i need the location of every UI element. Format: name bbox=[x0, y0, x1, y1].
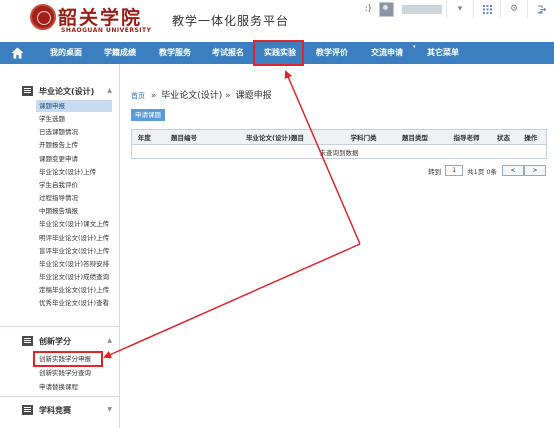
nav-item-exchange-application[interactable]: 交流申请 bbox=[361, 42, 413, 64]
sidebar-item[interactable]: 学生自我评价 bbox=[39, 179, 78, 191]
col-topic-id-header[interactable]: 题目编号 bbox=[156, 129, 212, 145]
sidebar-item[interactable]: 课题变更申请 bbox=[39, 153, 78, 165]
book-icon bbox=[22, 86, 33, 96]
user-menu-chevron-icon[interactable]: ▾ bbox=[446, 0, 473, 18]
table-header-row: 年度 题目编号 毕业论文(设计)题目 学科门类 题目类型 指导老师 状态 操作 bbox=[131, 129, 547, 145]
nav-item-other-menu[interactable]: 其它菜单 bbox=[419, 42, 467, 64]
sidebar-item[interactable]: 优秀毕业论文(设计)查看 bbox=[39, 297, 109, 309]
highlight-box-nav bbox=[253, 40, 304, 66]
sidebar-item[interactable]: 课题申报 bbox=[36, 100, 112, 112]
sidebar-item[interactable]: 毕业论文(设计)答辩安排 bbox=[39, 258, 109, 270]
sidebar-item[interactable]: 盲评毕业论文(设计)上传 bbox=[39, 245, 109, 257]
page-number-input[interactable]: 1 bbox=[445, 165, 464, 176]
breadcrumb-separator: » bbox=[150, 91, 157, 101]
sidebar: 毕业论文(设计) ▲ 课题申报 学生选题 已选课题情况 开题报告上传 课题变更申请 毕业论… bbox=[0, 64, 120, 428]
nav-item-teaching-evaluation[interactable]: 教学评价 bbox=[307, 42, 357, 64]
col-status-header[interactable]: 状态 bbox=[491, 129, 516, 145]
breadcrumb: 首页 » 毕业论文(设计) » 课题申报 bbox=[131, 88, 272, 101]
username-redacted bbox=[402, 4, 442, 14]
system-title: 教学一体化服务平台 bbox=[172, 14, 290, 28]
nav-item-teaching-services[interactable]: 教学服务 bbox=[150, 42, 200, 64]
sidebar-item[interactable]: 已选课题情况 bbox=[39, 126, 78, 138]
col-year-header[interactable]: 年度 bbox=[131, 129, 157, 145]
sidebar-item[interactable]: 明评毕业论文(设计)上传 bbox=[39, 232, 109, 244]
sidebar-group-title: 毕业论文(设计) bbox=[39, 86, 95, 96]
goto-label: 转到 bbox=[428, 167, 442, 176]
sidebar-item[interactable]: 中期报告填报 bbox=[39, 205, 78, 217]
page-title: 课题申报 bbox=[235, 91, 272, 101]
top-toolbar: :) ▾ ⚙ bbox=[363, 0, 554, 18]
sidebar-divider bbox=[0, 396, 119, 397]
breadcrumb-home-link[interactable]: 首页 bbox=[131, 92, 145, 100]
empty-message: 未查询到数据 bbox=[319, 148, 359, 157]
book-icon bbox=[22, 336, 33, 346]
prev-page-button[interactable]: < bbox=[502, 165, 524, 176]
sidebar-item[interactable]: 申请替换课程 bbox=[39, 381, 78, 393]
book-icon bbox=[22, 405, 33, 415]
pagination: 转到 1 共1页 0条 < > bbox=[428, 165, 546, 176]
col-actions-header: 操作 bbox=[515, 129, 547, 145]
sidebar-group-thesis[interactable]: 毕业论文(设计) ▲ bbox=[0, 82, 118, 100]
logo-english-name: SHAOGUAN UNIVERSITY bbox=[61, 27, 152, 34]
sidebar-group-title: 创新学分 bbox=[39, 336, 71, 346]
home-icon[interactable] bbox=[11, 47, 24, 59]
sidebar-item[interactable]: 创新实践学分查询 bbox=[39, 367, 91, 379]
highlight-box-sidebar bbox=[33, 351, 103, 367]
avatar[interactable] bbox=[379, 1, 394, 17]
sidebar-divider bbox=[0, 326, 119, 327]
more-menu-chevron-icon: ▾ bbox=[413, 44, 416, 50]
logout-icon[interactable] bbox=[527, 0, 554, 18]
chevron-down-icon: ▼ bbox=[107, 406, 112, 413]
breadcrumb-section: 毕业论文(设计) bbox=[161, 91, 223, 101]
sidebar-group-title: 学科竞赛 bbox=[39, 405, 71, 415]
col-topic-title-header[interactable]: 毕业论文(设计)题目 bbox=[211, 129, 339, 145]
smile-icon: :) bbox=[364, 4, 372, 14]
col-advisor-header[interactable]: 指导老师 bbox=[441, 129, 492, 145]
sidebar-item[interactable]: 开题报告上传 bbox=[39, 139, 78, 151]
nav-item-grades[interactable]: 学籍成绩 bbox=[95, 42, 145, 64]
page-summary: 共1页 0条 bbox=[467, 167, 497, 176]
sidebar-item[interactable]: 过程指导情况 bbox=[39, 192, 78, 204]
sidebar-item[interactable]: 学生选题 bbox=[39, 113, 65, 125]
sidebar-group-innovation[interactable]: 创新学分 ▲ bbox=[0, 332, 118, 350]
topics-table: 年度 题目编号 毕业论文(设计)题目 学科门类 题目类型 指导老师 状态 操作 … bbox=[131, 129, 547, 159]
logo-chinese-name: 韶关学院 bbox=[58, 7, 143, 29]
nav-item-my-desktop[interactable]: 我的桌面 bbox=[40, 42, 92, 64]
arrow-to-sidebar bbox=[103, 243, 361, 359]
chevron-up-icon: ▲ bbox=[107, 87, 112, 94]
chevron-up-icon: ▲ bbox=[107, 337, 112, 344]
apps-grid-icon[interactable] bbox=[473, 0, 500, 18]
header: 韶关学院 SHAOGUAN UNIVERSITY 教学一体化服务平台 :) ▾ … bbox=[0, 0, 554, 42]
apply-topic-button[interactable]: 申请课题 bbox=[131, 109, 165, 121]
sidebar-item[interactable]: 毕业论文(设计)上传 bbox=[39, 166, 96, 178]
sidebar-item[interactable]: 定稿毕业论文(设计)上传 bbox=[39, 284, 109, 296]
nav-item-exam-registration[interactable]: 考试报名 bbox=[203, 42, 253, 64]
university-seal-logo bbox=[30, 4, 56, 30]
col-topic-type-header[interactable]: 题目类型 bbox=[388, 129, 442, 145]
table-empty-row: 未查询到数据 bbox=[132, 145, 547, 159]
settings-gear-icon[interactable]: ⚙ bbox=[500, 0, 527, 18]
breadcrumb-separator: » bbox=[225, 91, 231, 101]
sidebar-group-competition[interactable]: 学科竞赛 ▼ bbox=[0, 401, 118, 419]
col-discipline-header[interactable]: 学科门类 bbox=[338, 129, 389, 145]
next-page-button[interactable]: > bbox=[524, 165, 546, 176]
sidebar-item[interactable]: 毕业论文(设计)成绩查询 bbox=[39, 271, 109, 283]
sidebar-item[interactable]: 毕业论文(设计)课文上传 bbox=[39, 218, 109, 230]
